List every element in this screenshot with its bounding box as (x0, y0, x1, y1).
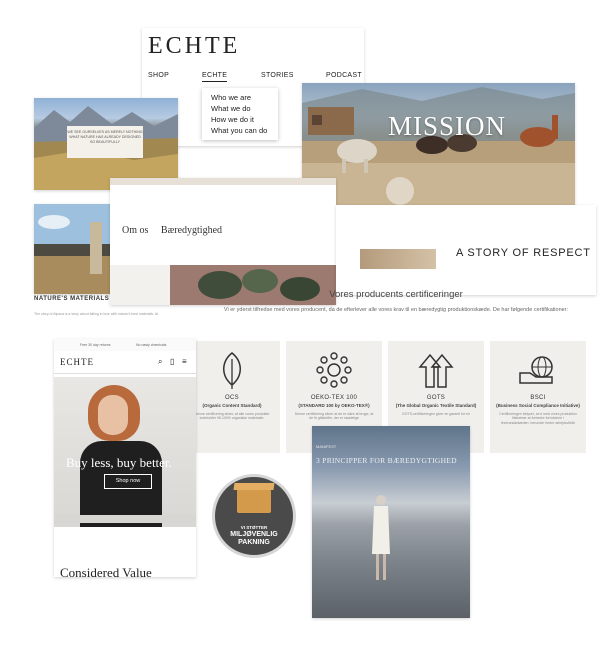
story-title: A STORY OF RESPECT (456, 247, 591, 259)
nature-illustration (34, 204, 112, 294)
menu-icon[interactable]: ≡ (182, 357, 187, 366)
cert-desc: Denne certificering sikrer, at alle vore… (194, 411, 270, 421)
cert-name: OEKO-TEX 100 (310, 395, 358, 401)
cert-sub: (Business Social Compliance Initiative) (496, 403, 580, 408)
box-icon (237, 489, 271, 513)
nature-image (34, 204, 112, 294)
hero-rail (54, 515, 196, 523)
shop-now-button[interactable]: Shop now (104, 474, 152, 489)
beach-image-card: MANIFEST 3 PRINCIPPER FOR BÆREDYGTIGHED (312, 426, 470, 618)
mission-title: MISSION (388, 111, 507, 141)
about-menu: Om os Bæredygtighed (122, 225, 222, 236)
mountain-caption: WE SEE OURSELVES AS MERELY NOTHING WHAT … (67, 126, 143, 158)
mobile-logo[interactable]: ECHTE (60, 357, 94, 367)
recycle-arrows-icon (418, 353, 454, 388)
cert-card-ocs: OCS (Organic Content Standard) Denne cer… (184, 341, 280, 453)
cert-desc: Certificeringen belyser, at vi med vores… (499, 411, 577, 425)
beach-title: 3 PRINCIPPER FOR BÆREDYGTIGHED (316, 456, 457, 465)
mobile-hero: Buy less, buy better. Shop now (54, 377, 196, 527)
eco-packaging-badge: VI STØTTER MILJØVENLIG PAKNING (212, 474, 296, 558)
model-face (98, 395, 128, 435)
cert-name: BSCI (530, 395, 546, 401)
cert-desc: GOTS-certificeringen giver en garanti fo… (402, 411, 470, 416)
dropdown-item-you[interactable]: What you can do (211, 125, 278, 136)
search-icon[interactable]: ⌕ (158, 357, 162, 367)
topbar-returns: Free 30 day returns (80, 343, 111, 347)
cert-sub: (The Global Organic Textile Standard) (395, 403, 477, 408)
cert-name: OCS (225, 395, 239, 401)
mobile-header: ECHTE ⌕ ▯ ≡ (54, 351, 196, 374)
hero-headline: Buy less, buy better. (66, 455, 172, 470)
mobile-screenshot: Free 30 day returns No nasty chemicals E… (54, 339, 196, 577)
mountain-image-card: WE SEE OURSELVES AS MERELY NOTHING WHAT … (34, 98, 178, 190)
menu-item-echte[interactable]: ECHTE (202, 72, 228, 82)
cert-name: GOTS (426, 395, 446, 401)
globe-hand-icon (519, 356, 553, 384)
mobile-topbar: Free 30 day returns No nasty chemicals (54, 339, 196, 351)
dropdown-item-how[interactable]: How we do it (211, 114, 278, 125)
cert-sub: (Organic Content Standard) (202, 403, 262, 408)
menu-item-podcast[interactable]: PODCAST (326, 72, 362, 79)
story-card: A STORY OF RESPECT (336, 205, 596, 295)
menu-baeredygtighed[interactable]: Bæredygtighed (161, 225, 222, 236)
flower-icon (316, 352, 352, 388)
leaf-icon (223, 352, 241, 389)
certifications-header: Vores producents certificeringer Vi er y… (196, 289, 596, 335)
menu-om-os[interactable]: Om os (122, 225, 148, 236)
cert-sub: (STANDARD 100 by OEKO-TEX®) (298, 403, 370, 408)
mission-banner: MISSION (302, 83, 575, 205)
menu-item-shop[interactable]: SHOP (148, 72, 169, 79)
bag-icon[interactable]: ▯ (170, 357, 174, 366)
site-logo[interactable]: ECHTE (148, 33, 240, 60)
landscape-illustration (302, 87, 575, 205)
echte-dropdown: Who we are What we do How we do it What … (202, 88, 278, 140)
cert-card-bsci: BSCI (Business Social Compliance Initiat… (490, 341, 586, 453)
certifications-title: Vores producents certificeringer (329, 289, 463, 300)
woman-figure (372, 495, 390, 580)
menu-item-stories[interactable]: STORIES (261, 72, 294, 79)
badge-line2: MILJØVENLIG PAKNING (230, 531, 278, 546)
badge-line1: VI STØTTER (240, 525, 268, 530)
about-card: Om os Bæredygtighed (110, 178, 336, 305)
cert-desc: Denne certificering sikrer at de er sikr… (294, 411, 374, 421)
story-image-strip (360, 249, 436, 269)
considered-value-heading: Considered Value (60, 565, 152, 577)
dropdown-item-what[interactable]: What we do (211, 103, 278, 114)
beach-tag: MANIFEST (316, 444, 337, 449)
certifications-intro: Vi er yderst tilfredse med vores produce… (223, 307, 569, 313)
dropdown-item-who[interactable]: Who we are (211, 92, 278, 103)
topbar-chemicals: No nasty chemicals (136, 343, 167, 347)
nature-body: The story of Alpaca is a story about fal… (34, 312, 159, 316)
